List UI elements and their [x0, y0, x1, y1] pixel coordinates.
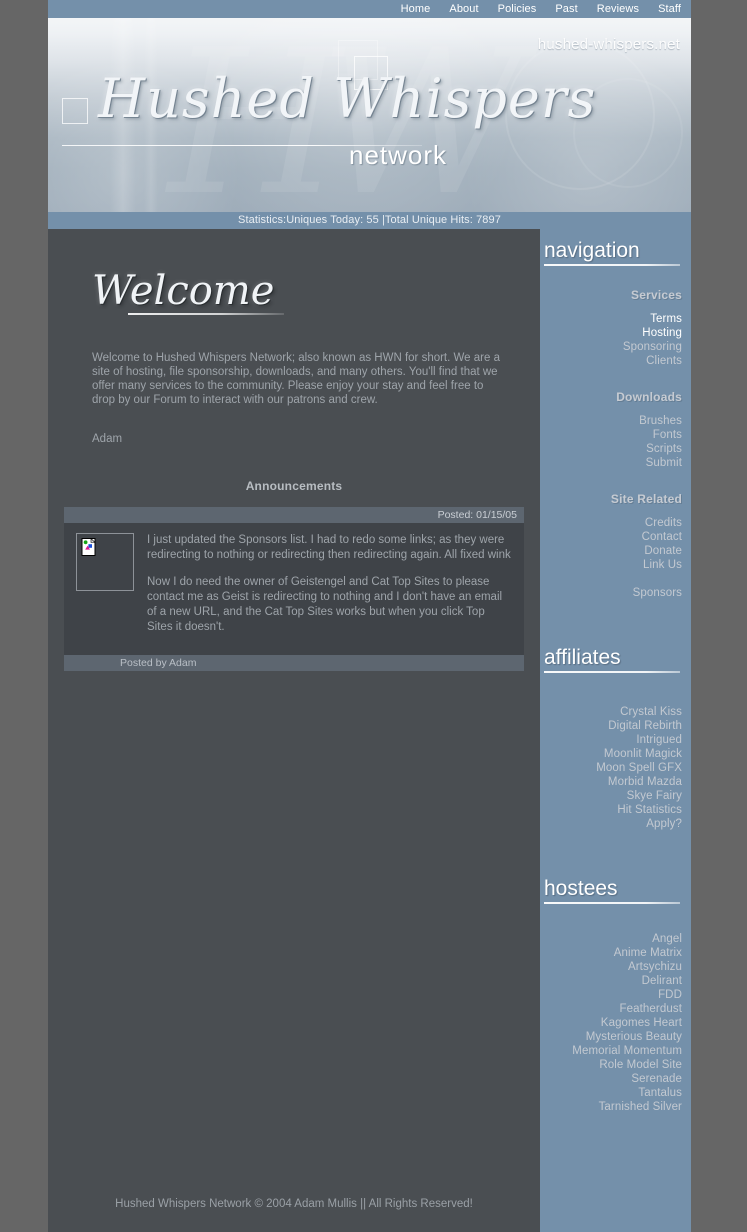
logo-script-text: Hushed Whispers	[98, 67, 597, 130]
page-container: Home About Policies Past Reviews Staff H…	[48, 0, 691, 1232]
announcement-card: Posted: 01/15/05 I just updated the Spon…	[64, 507, 524, 671]
intro-paragraph: Welcome to Hushed Whispers Network; also…	[92, 352, 500, 406]
sidebar-section-navigation: navigation Services Terms Hosting Sponso…	[540, 229, 691, 600]
sidebar-heading-underline	[544, 902, 680, 904]
affiliate-hit-statistics[interactable]: Hit Statistics	[540, 803, 682, 817]
affiliate-intrigued[interactable]: Intrigued	[540, 733, 682, 747]
sidebar-group-title: Downloads	[616, 390, 682, 404]
main-layout: Welcome Welcome to Hushed Whispers Netwo…	[48, 229, 691, 1180]
hostee-role-model-site[interactable]: Role Model Site	[540, 1058, 682, 1072]
sidebar-heading-underline	[544, 671, 680, 673]
main-content: Welcome Welcome to Hushed Whispers Netwo…	[48, 229, 540, 1180]
announcements-heading: Announcements	[245, 479, 343, 493]
sidebar-group-title: Services	[631, 288, 682, 302]
decorative-square-icon	[62, 98, 88, 124]
sidebar-item-donate[interactable]: Donate	[540, 544, 682, 558]
sidebar-group-services: Services Terms Hosting Sponsoring Client…	[540, 288, 682, 368]
hostee-kagomes-heart[interactable]: Kagomes Heart	[540, 1016, 682, 1030]
author-signature: Adam	[92, 433, 123, 445]
nav-item-staff[interactable]: Staff	[658, 0, 681, 18]
sidebar-item-contact[interactable]: Contact	[540, 530, 682, 544]
broken-image-icon	[81, 538, 96, 556]
hostee-artsychizu[interactable]: Artsychizu	[540, 960, 682, 974]
affiliate-crystal-kiss[interactable]: Crystal Kiss	[540, 705, 682, 719]
sidebar-item-brushes[interactable]: Brushes	[540, 414, 682, 428]
announcement-thumbnail	[76, 533, 134, 591]
sidebar-heading-underline	[544, 264, 680, 266]
hostees-list: Angel Anime Matrix Artsychizu Delirant F…	[540, 932, 682, 1114]
sidebar-item-hosting[interactable]: Hosting	[540, 326, 682, 340]
announcement-body: I just updated the Sponsors list. I had …	[64, 523, 524, 655]
sidebar-item-submit[interactable]: Submit	[540, 456, 682, 470]
hostee-featherdust[interactable]: Featherdust	[540, 1002, 682, 1016]
hostee-fdd[interactable]: FDD	[540, 988, 682, 1002]
nav-item-reviews[interactable]: Reviews	[597, 0, 639, 18]
hostee-anime-matrix[interactable]: Anime Matrix	[540, 946, 682, 960]
sidebar-item-link-us[interactable]: Link Us	[540, 558, 682, 572]
announcement-paragraph: I just updated the Sponsors list. I had …	[147, 534, 511, 561]
affiliate-digital-rebirth[interactable]: Digital Rebirth	[540, 719, 682, 733]
sidebar-item-sponsors[interactable]: Sponsors	[540, 586, 682, 600]
hostee-serenade[interactable]: Serenade	[540, 1072, 682, 1086]
footer-copyright: Hushed Whispers Network © 2004 Adam Mull…	[48, 1180, 540, 1232]
sidebar-heading-navigation: navigation	[544, 239, 640, 262]
hostee-delirant[interactable]: Delirant	[540, 974, 682, 988]
hostee-tantalus[interactable]: Tantalus	[540, 1086, 682, 1100]
top-navigation: Home About Policies Past Reviews Staff	[48, 0, 691, 18]
announcement-paragraph: Now I do need the owner of Geistengel an…	[147, 576, 503, 633]
sidebar-item-terms[interactable]: Terms	[540, 312, 682, 326]
welcome-block: Welcome	[92, 271, 287, 315]
sidebar-item-sponsoring[interactable]: Sponsoring	[540, 340, 682, 354]
affiliate-apply[interactable]: Apply?	[540, 817, 682, 831]
affiliate-skye-fairy[interactable]: Skye Fairy	[540, 789, 682, 803]
hostee-mysterious-beauty[interactable]: Mysterious Beauty	[540, 1030, 682, 1044]
hostee-tarnished-silver[interactable]: Tarnished Silver	[540, 1100, 682, 1114]
announcement-text: I just updated the Sponsors list. I had …	[147, 533, 512, 635]
sidebar-item-scripts[interactable]: Scripts	[540, 442, 682, 456]
sidebar-heading-affiliates: affiliates	[544, 646, 621, 669]
sidebar-section-affiliates: affiliates Crystal Kiss Digital Rebirth …	[540, 636, 691, 831]
sidebar-item-fonts[interactable]: Fonts	[540, 428, 682, 442]
sidebar-item-credits[interactable]: Credits	[540, 516, 682, 530]
nav-item-about[interactable]: About	[449, 0, 478, 18]
nav-item-past[interactable]: Past	[555, 0, 577, 18]
announcement-date: Posted: 01/15/05	[64, 507, 524, 523]
footer-row: Hushed Whispers Network © 2004 Adam Mull…	[48, 1180, 691, 1232]
affiliate-morbid-mazda[interactable]: Morbid Mazda	[540, 775, 682, 789]
sidebar-item-clients[interactable]: Clients	[540, 354, 682, 368]
nav-item-home[interactable]: Home	[401, 0, 431, 18]
sidebar-heading-hostees: hostees	[544, 877, 618, 900]
logo-network-text: network	[349, 140, 448, 170]
nav-item-policies[interactable]: Policies	[498, 0, 537, 18]
site-logo[interactable]: Hushed Whispers network	[62, 72, 595, 176]
affiliate-moonlit-magick[interactable]: Moonlit Magick	[540, 747, 682, 761]
sidebar-section-hostees: hostees Angel Anime Matrix Artsychizu De…	[540, 867, 691, 1114]
sidebar-group-site-related: Site Related Credits Contact Donate Link…	[540, 492, 682, 600]
footer-sidebar-filler	[540, 1180, 691, 1232]
sidebar: navigation Services Terms Hosting Sponso…	[540, 229, 691, 1180]
affiliate-moon-spell-gfx[interactable]: Moon Spell GFX	[540, 761, 682, 775]
hostee-memorial-momentum[interactable]: Memorial Momentum	[540, 1044, 682, 1058]
hostee-angel[interactable]: Angel	[540, 932, 682, 946]
sidebar-group-downloads: Downloads Brushes Fonts Scripts Submit	[540, 390, 682, 470]
header-banner: HW hushed-whispers.net Hushed Whispers n…	[48, 18, 691, 212]
affiliates-list: Crystal Kiss Digital Rebirth Intrigued M…	[540, 705, 682, 831]
site-url: hushed-whispers.net	[537, 36, 680, 53]
statistics-bar: Statistics:Uniques Today: 55 |Total Uniq…	[48, 212, 691, 229]
announcement-author: Posted by Adam	[64, 655, 524, 671]
page-title: Welcome	[92, 268, 275, 314]
sidebar-group-title: Site Related	[610, 492, 682, 506]
